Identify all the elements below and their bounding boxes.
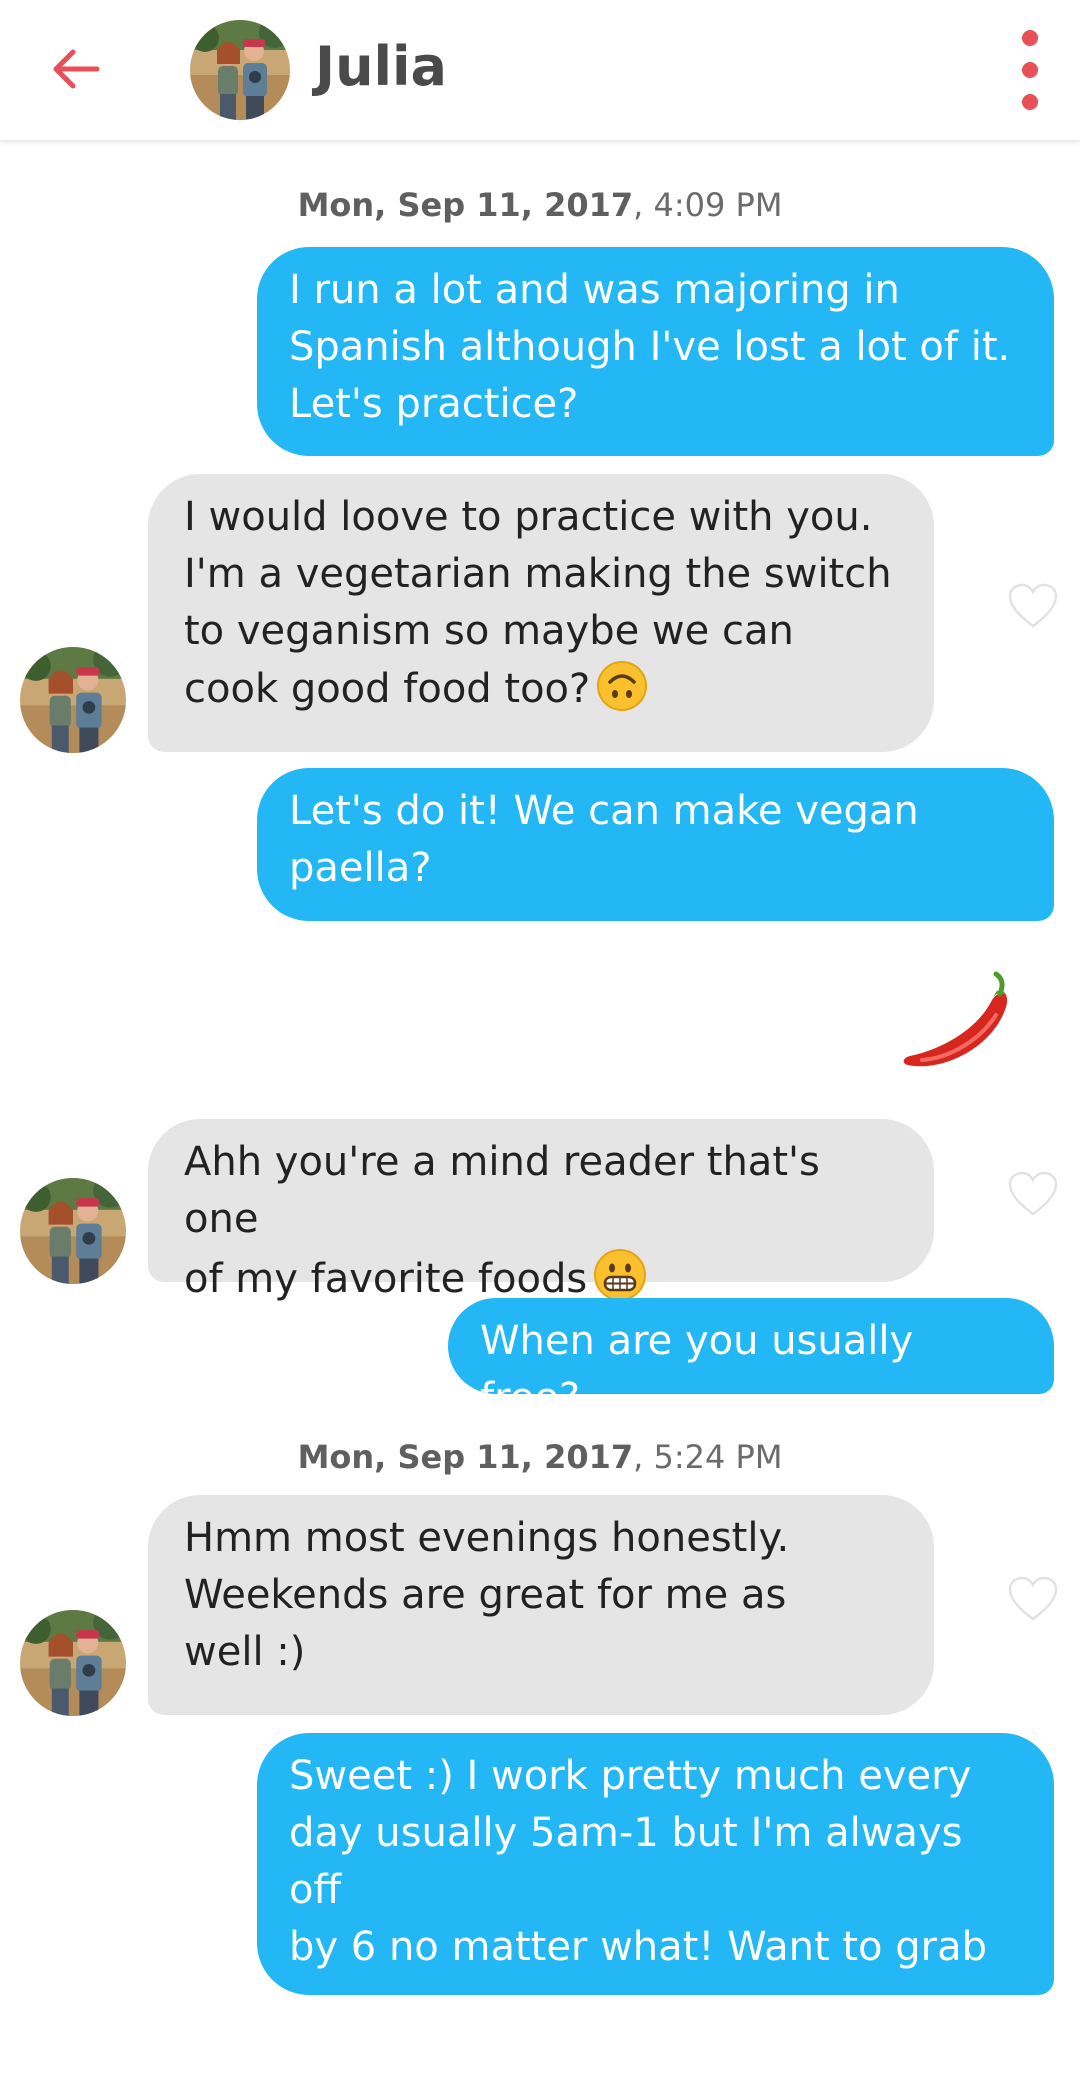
message-text: I would loove to practice with you. I'm … xyxy=(184,494,892,712)
message-bubble-outgoing[interactable]: When are you usually free? xyxy=(448,1298,1054,1421)
message-text: Ahh you're a mind reader that's one of m… xyxy=(184,1139,820,1302)
timestamp: Mon, Sep 11, 2017, 5:24 PM xyxy=(0,1438,1080,1476)
more-vertical-icon-dot xyxy=(1022,94,1038,110)
hot-pepper-emoji xyxy=(903,971,1008,1067)
like-heart-icon[interactable] xyxy=(1008,1171,1058,1217)
message-bubble-outgoing[interactable]: Sweet :) I work pretty much every day us… xyxy=(257,1733,1054,2084)
timestamp-date: Mon, Sep 11, 2017 xyxy=(297,1438,634,1476)
more-options-button[interactable] xyxy=(1000,30,1060,110)
timestamp: Mon, Sep 11, 2017, 4:09 PM xyxy=(0,186,1080,224)
like-heart-icon[interactable] xyxy=(1008,583,1058,629)
like-heart-icon[interactable] xyxy=(1008,1576,1058,1622)
page-title[interactable]: Julia xyxy=(315,32,447,102)
timestamp-time: , 4:09 PM xyxy=(633,186,783,224)
message-bubble-outgoing[interactable]: Let's do it! We can make vegan paella? xyxy=(257,768,1054,921)
message-bubble-incoming[interactable]: I would loove to practice with you. I'm … xyxy=(148,474,934,752)
message-bubble-outgoing[interactable]: I run a lot and was majoring in Spanish … xyxy=(257,247,1054,456)
arrow-left-icon xyxy=(53,49,100,89)
upside-down-face-emoji xyxy=(597,661,648,711)
back-button[interactable] xyxy=(40,34,110,104)
more-vertical-icon-dot xyxy=(1022,62,1038,78)
timestamp-time: , 5:24 PM xyxy=(633,1438,783,1476)
avatar[interactable] xyxy=(20,1178,126,1284)
avatar[interactable] xyxy=(20,647,126,753)
message-bubble-incoming[interactable]: Hmm most evenings honestly. Weekends are… xyxy=(148,1495,934,1715)
more-vertical-icon xyxy=(1022,30,1038,46)
avatar[interactable] xyxy=(20,1610,126,1716)
timestamp-date: Mon, Sep 11, 2017 xyxy=(297,186,634,224)
chat-header: Julia xyxy=(0,0,1080,142)
message-bubble-incoming[interactable]: Ahh you're a mind reader that's one of m… xyxy=(148,1119,934,1302)
avatar[interactable] xyxy=(190,20,290,120)
grinning-face-emoji xyxy=(594,1249,647,1301)
